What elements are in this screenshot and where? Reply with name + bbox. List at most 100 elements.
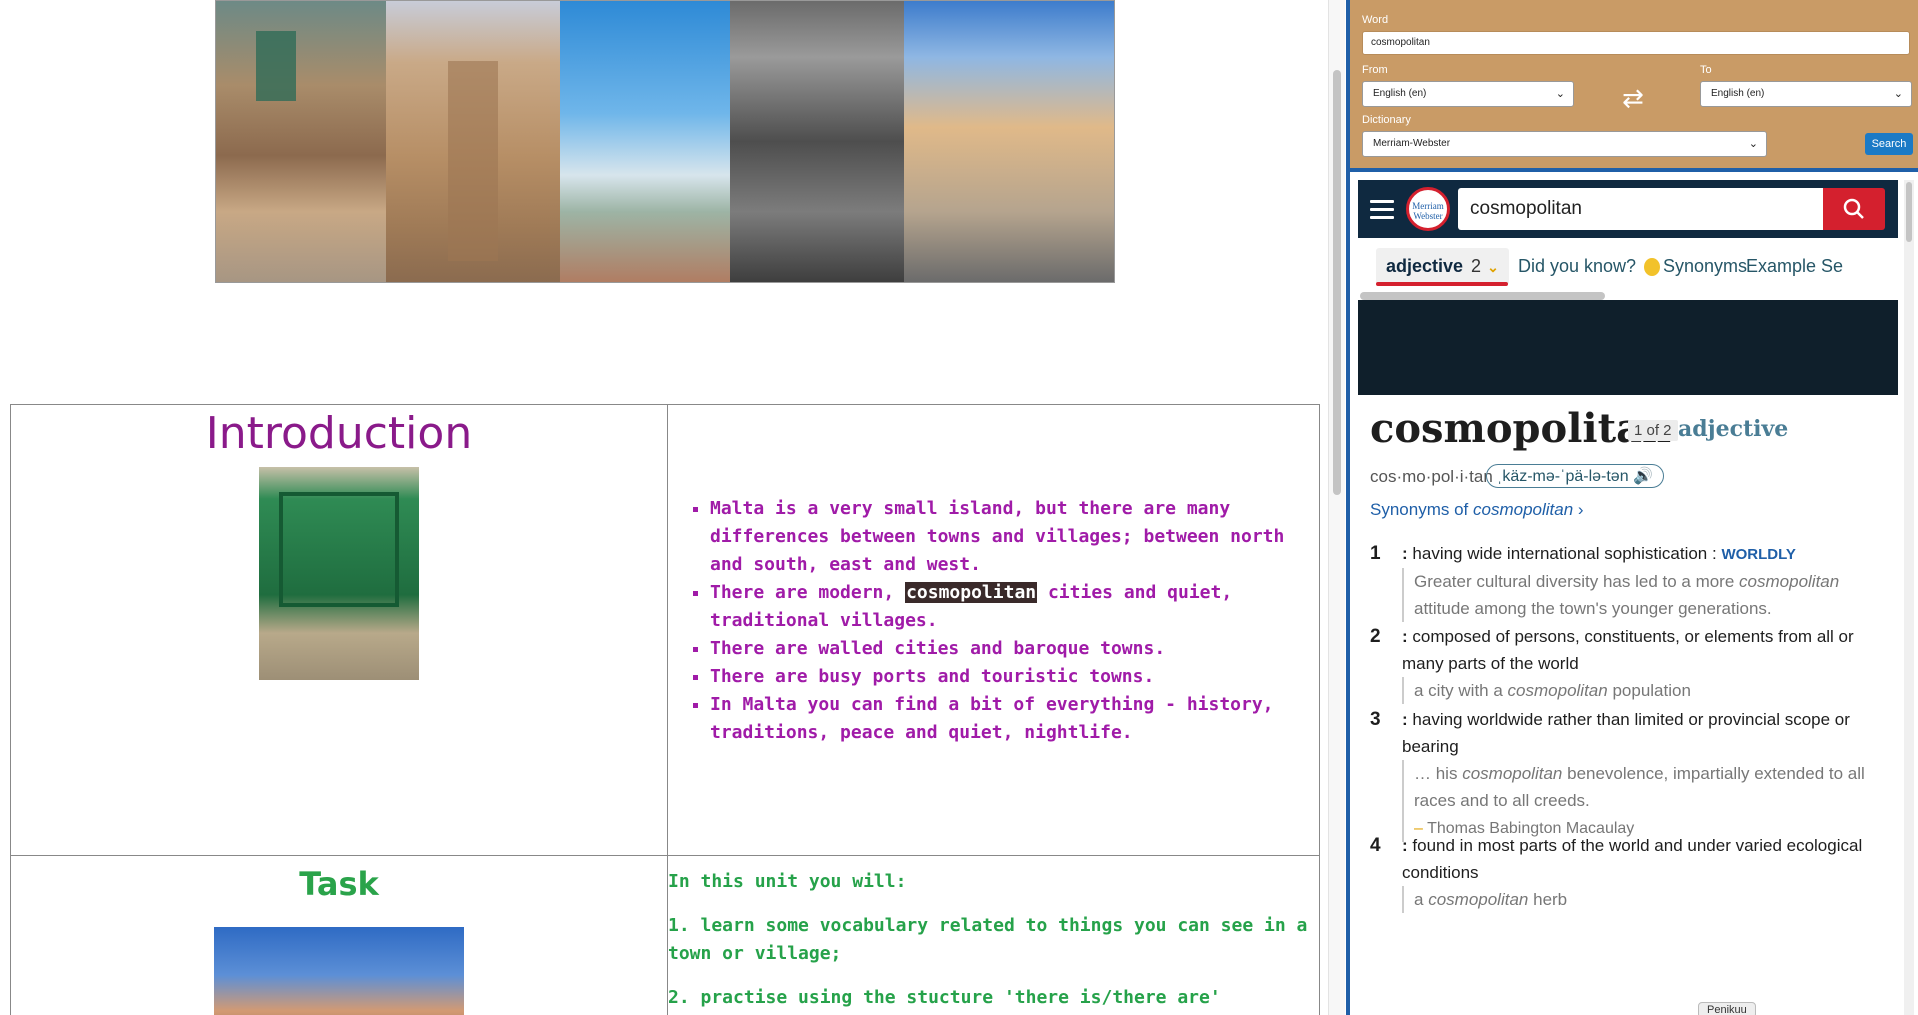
task-row: Task In this unit you will: 1. learn som… (10, 855, 1320, 1015)
word-label: Word (1362, 14, 1389, 26)
synonyms-link-prefix: Synonyms of (1370, 500, 1469, 519)
translator-panel: Word cosmopolitan From English (en) ⌄ ⇄ T… (1350, 0, 1918, 172)
photo-town-street (904, 1, 1114, 282)
chevron-down-icon: ⌄ (1748, 138, 1758, 150)
search-icon (1843, 198, 1864, 219)
search-button[interactable]: Search (1865, 133, 1913, 155)
intro-title: Introduction (205, 408, 473, 459)
to-label: To (1700, 64, 1712, 76)
active-tab-indicator (1376, 282, 1508, 286)
sense-number: 4 (1370, 835, 1381, 856)
mw-search-button[interactable] (1823, 188, 1885, 230)
xref-link[interactable]: WORLDLY (1721, 546, 1795, 563)
tab-synonyms[interactable]: Synonyms (1663, 256, 1747, 277)
part-of-speech[interactable]: adjective (1678, 416, 1788, 442)
tab-count: 2 (1471, 256, 1482, 276)
from-select-value: English (en) (1373, 88, 1427, 99)
mw-search-input[interactable]: cosmopolitan (1458, 188, 1823, 230)
sense-example: Greater cultural diversity has led to a … (1402, 568, 1882, 622)
dictionary-label: Dictionary (1362, 114, 1411, 126)
tabs-scrollbar[interactable] (1360, 292, 1605, 300)
hamburger-menu-icon[interactable] (1370, 200, 1394, 219)
task-line: In this unit you will: (668, 871, 907, 892)
chevron-down-icon: ⌄ (1487, 259, 1499, 275)
task-line: 1. learn some vocabulary related to thin… (668, 915, 1308, 964)
intro-bullet-list: Malta is a very small island, but there … (678, 495, 1297, 747)
synonyms-link[interactable]: Synonyms of cosmopolitan › (1370, 500, 1584, 520)
sense-number: 2 (1370, 626, 1381, 647)
task-text-cell: In this unit you will: 1. learn some voc… (667, 855, 1320, 1015)
balcony-photo (259, 467, 419, 680)
chevron-down-icon: ⌄ (1893, 88, 1903, 100)
sense-example: … his cosmopolitan benevolence, impartia… (1402, 760, 1882, 842)
intro-bullet: Malta is a very small island, but there … (710, 495, 1297, 579)
sense-example: a city with a cosmopolitan population (1402, 677, 1882, 704)
tab-adjective[interactable]: adjective 2 ⌄ (1376, 248, 1509, 285)
worksheet-page: Introduction Malta is a very small islan… (0, 0, 1328, 1015)
syllables: cos·​mo·​pol·​i·​tan (1370, 467, 1493, 486)
bullet-text: There are modern, (710, 582, 895, 603)
sense-number: 3 (1370, 709, 1381, 730)
intro-bullet: There are walled cities and baroque town… (710, 635, 1297, 663)
tab-examples[interactable]: Example Se (1746, 256, 1843, 277)
dictionary-select[interactable]: Merriam-Webster ⌄ (1362, 131, 1767, 157)
photo-street-balconies (216, 1, 386, 282)
tab-did-you-know[interactable]: Did you know? (1518, 256, 1661, 277)
chevron-right-icon: › (1577, 500, 1584, 519)
sense-definition: : having wide international sophisticati… (1402, 544, 1796, 563)
dictionary-sidebar: Word cosmopolitan From English (en) ⌄ ⇄ T… (1346, 0, 1918, 1015)
word-input[interactable]: cosmopolitan (1362, 31, 1910, 55)
task-line: 2. practise using the stucture 'there is… (668, 987, 1221, 1008)
merriam-webster-frame: Merriam Webster cosmopolitan adjective 2 ⌄… (1358, 180, 1898, 1015)
sense-body: : composed of persons, constituents, or … (1402, 623, 1882, 704)
tab-label: adjective (1386, 256, 1464, 276)
intro-bullet: In Malta you can find a bit of everythin… (710, 691, 1297, 747)
dictionary-scrollbar-thumb[interactable] (1906, 182, 1912, 242)
sense-definition: : having worldwide rather than limited o… (1402, 710, 1850, 756)
task-title-cell: Task (10, 855, 668, 1015)
dictionary-select-value: Merriam-Webster (1373, 138, 1451, 149)
malta-photo-collage (215, 0, 1115, 283)
photo-church-bw (729, 1, 905, 282)
dictionary-scrollbar[interactable] (1904, 180, 1914, 1015)
intro-title-cell: Introduction (10, 404, 668, 856)
translate-popup-pill[interactable]: Penikuu (1698, 1002, 1756, 1015)
photo-cathedral (385, 1, 561, 282)
sense-body: : having worldwide rather than limited o… (1402, 706, 1882, 842)
ad-banner (1358, 300, 1898, 395)
chevron-down-icon: ⌄ (1555, 88, 1565, 100)
task-title: Task (299, 865, 379, 903)
church-photo (214, 927, 464, 1015)
sense-body: : found in most parts of the world and u… (1402, 832, 1882, 913)
headword: cosmopolitan (1370, 405, 1672, 452)
page-scrollbar[interactable] (1328, 0, 1345, 1015)
sense-number: 1 (1370, 543, 1381, 564)
worksheet-table: Introduction Malta is a very small islan… (10, 404, 1320, 1015)
sense-example: a cosmopolitan herb (1402, 886, 1882, 913)
from-label: From (1362, 64, 1388, 76)
pronunciation-button[interactable]: ˌkäz-mə-ˈpä-lə-tən 🔊 (1486, 464, 1664, 488)
speaker-icon: 🔊 (1633, 468, 1653, 485)
intro-row: Introduction Malta is a very small islan… (10, 404, 1320, 856)
intro-bullet: There are modern, cosmopolitan cities an… (710, 579, 1297, 635)
sense-body: : having wide international sophisticati… (1402, 540, 1882, 622)
page-scrollbar-thumb[interactable] (1333, 70, 1341, 495)
to-select-value: English (en) (1711, 88, 1765, 99)
from-select[interactable]: English (en) ⌄ (1362, 81, 1574, 107)
tab-label: Did you know? (1518, 256, 1637, 276)
mw-section-tabs: adjective 2 ⌄ Did you know? Synonyms Examp… (1358, 238, 1898, 288)
to-select[interactable]: English (en) ⌄ (1700, 81, 1912, 107)
mw-logo[interactable]: Merriam Webster (1406, 187, 1450, 231)
intro-bullet: There are busy ports and touristic towns… (710, 663, 1297, 691)
intro-bullets-cell: Malta is a very small island, but there … (667, 404, 1320, 856)
synonyms-link-word: cosmopolitan (1473, 500, 1574, 519)
sense-definition: : found in most parts of the world and u… (1402, 836, 1863, 882)
sense-definition: : composed of persons, constituents, or … (1402, 627, 1854, 673)
photo-promenade (560, 1, 730, 282)
pronunciation: ˌkäz-mə-ˈpä-lə-tən (1497, 468, 1629, 485)
highlighted-word[interactable]: cosmopolitan (905, 582, 1038, 603)
lightbulb-icon (1644, 258, 1661, 277)
mw-header: Merriam Webster cosmopolitan (1358, 180, 1898, 238)
swap-languages-icon[interactable]: ⇄ (1622, 84, 1644, 114)
entry-index: 1 of 2 (1628, 420, 1678, 441)
